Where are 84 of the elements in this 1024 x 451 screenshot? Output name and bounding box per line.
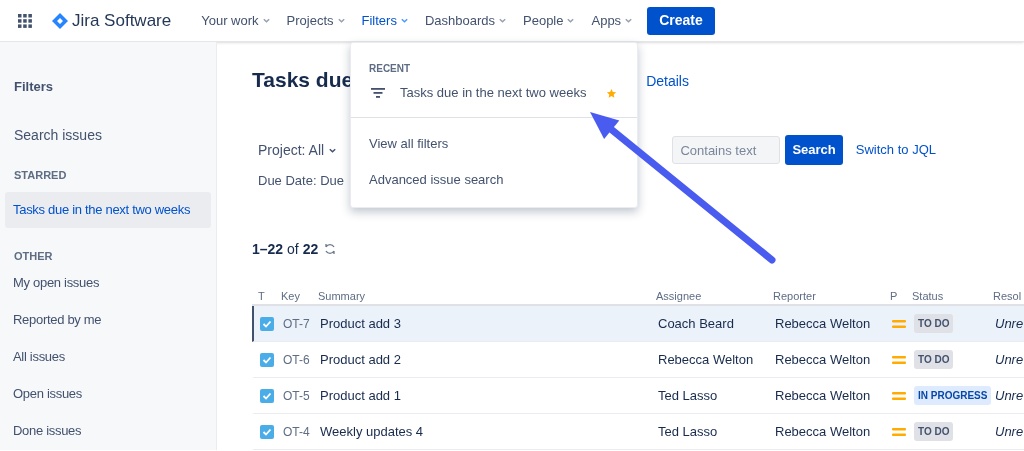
sidebar-title: Filters <box>13 78 54 96</box>
status-lozenge: TO DO <box>914 350 954 369</box>
diamond-logo-icon <box>52 12 68 29</box>
chevron-icon <box>566 16 576 25</box>
task-checkbox-icon <box>260 388 274 403</box>
column-header[interactable]: T <box>252 288 281 305</box>
menu-item[interactable]: Advanced issue search <box>351 162 637 198</box>
status-lozenge: TO DO <box>914 422 954 441</box>
search-button[interactable]: Search <box>785 135 843 165</box>
app-switcher-icon[interactable] <box>18 13 32 28</box>
table-row[interactable]: OT-4 Weekly updates 4 Ted Lasso Rebecca Welton TO DO Unre <box>252 414 1024 450</box>
refresh-icon[interactable] <box>324 243 337 255</box>
column-header[interactable]: Resol <box>993 288 1024 305</box>
details-link[interactable]: Details <box>646 70 689 92</box>
table-cell-text: Unre <box>995 314 1024 333</box>
priority-medium-icon <box>892 354 906 365</box>
column-header[interactable]: P <box>890 288 912 305</box>
column-header[interactable]: Reporter <box>773 288 890 305</box>
task-checkbox-icon <box>260 424 274 439</box>
table-row[interactable]: OT-6 Product add 2 Rebecca Welton Rebecca Welton TO DO Unre <box>252 342 1024 378</box>
issue-key[interactable]: OT-4 <box>283 422 310 441</box>
table-cell-text: Rebecca Welton <box>775 350 871 369</box>
status-lozenge: TO DO <box>914 314 954 333</box>
issue-key[interactable]: OT-5 <box>283 386 310 405</box>
sidebar-item[interactable]: Open issues <box>5 376 211 412</box>
section-heading: STARRED <box>13 168 68 183</box>
nav-tab[interactable]: Your work <box>195 0 277 41</box>
due-date-filter[interactable]: Due Date: Due <box>258 171 344 191</box>
column-header[interactable]: Assignee <box>656 288 773 305</box>
sidebar-item[interactable]: Done issues <box>5 413 211 449</box>
priority-medium-icon <box>892 426 906 437</box>
result-count: 1–22 of 22 <box>252 239 319 259</box>
menu-item[interactable]: Tasks due in the next two weeks <box>351 77 637 109</box>
priority-medium-icon <box>892 318 906 329</box>
filter-icon <box>371 88 385 98</box>
issue-summary[interactable]: Product add 2 <box>320 349 401 370</box>
project-filter[interactable]: Project: All <box>258 139 338 161</box>
issue-key[interactable]: OT-6 <box>283 350 310 369</box>
table-cell-text: Rebecca Welton <box>775 386 871 405</box>
create-button[interactable]: Create <box>647 6 715 35</box>
nav-tab[interactable]: Projects <box>280 0 352 41</box>
chevron-icon <box>399 16 409 25</box>
star-icon[interactable] <box>606 87 617 99</box>
table-row[interactable]: OT-5 Product add 1 Ted Lasso Rebecca Welton IN PROGRESS Unre <box>252 378 1024 414</box>
sidebar-item[interactable]: My open issues <box>5 265 211 301</box>
column-header[interactable]: Status <box>912 288 993 305</box>
sidebar-item[interactable]: Tasks due in the next two weeks <box>5 192 211 228</box>
table-cell-text: Rebecca Welton <box>775 314 871 333</box>
issue-summary[interactable]: Product add 1 <box>320 385 401 406</box>
status-lozenge: IN PROGRESS <box>914 386 992 405</box>
switch-jql-link[interactable]: Switch to JQL <box>855 140 936 160</box>
issue-key[interactable]: OT-7 <box>283 314 310 333</box>
table-cell-text: Coach Beard <box>658 314 734 333</box>
table-cell-text: Ted Lasso <box>658 386 718 405</box>
nav-tab[interactable]: Apps <box>585 0 640 41</box>
table-cell-text: Rebecca Welton <box>775 422 871 441</box>
product-name[interactable]: Jira Software <box>72 7 172 34</box>
section-heading: OTHER <box>13 249 54 264</box>
nav-tab[interactable]: Dashboards <box>418 0 513 41</box>
search-field[interactable]: Contains text <box>672 136 781 164</box>
chevron-icon <box>336 16 346 25</box>
priority-medium-icon <box>892 390 906 401</box>
table-cell-text: Unre <box>995 350 1024 369</box>
chevron-icon <box>261 16 271 25</box>
nav-tab[interactable]: People <box>517 0 582 41</box>
column-header[interactable]: Summary <box>318 288 656 305</box>
nav-tab[interactable]: Filters <box>355 0 415 41</box>
table-row[interactable]: OT-7 Product add 3 Coach Beard Rebecca Welton TO DO Unre <box>252 306 1024 342</box>
sidebar-link[interactable]: Search issues <box>5 125 211 145</box>
table-cell-text: Ted Lasso <box>658 422 718 441</box>
menu-item[interactable]: View all filters <box>351 126 637 162</box>
sidebar-item[interactable]: Reported by me <box>5 302 211 338</box>
chevron-icon <box>624 16 634 25</box>
table-cell-text: Unre <box>995 386 1024 405</box>
table-cell-text: Unre <box>995 422 1024 441</box>
task-checkbox-icon <box>260 316 274 331</box>
task-checkbox-icon <box>260 352 274 367</box>
sidebar-item[interactable]: All issues <box>5 339 211 375</box>
issue-summary[interactable]: Product add 3 <box>320 313 401 334</box>
issue-summary[interactable]: Weekly updates 4 <box>320 421 424 442</box>
chevron-icon <box>498 16 507 25</box>
column-header[interactable]: Key <box>281 288 318 305</box>
menu-section-heading: RECENT <box>369 62 412 75</box>
table-cell-text: Rebecca Welton <box>658 350 754 369</box>
